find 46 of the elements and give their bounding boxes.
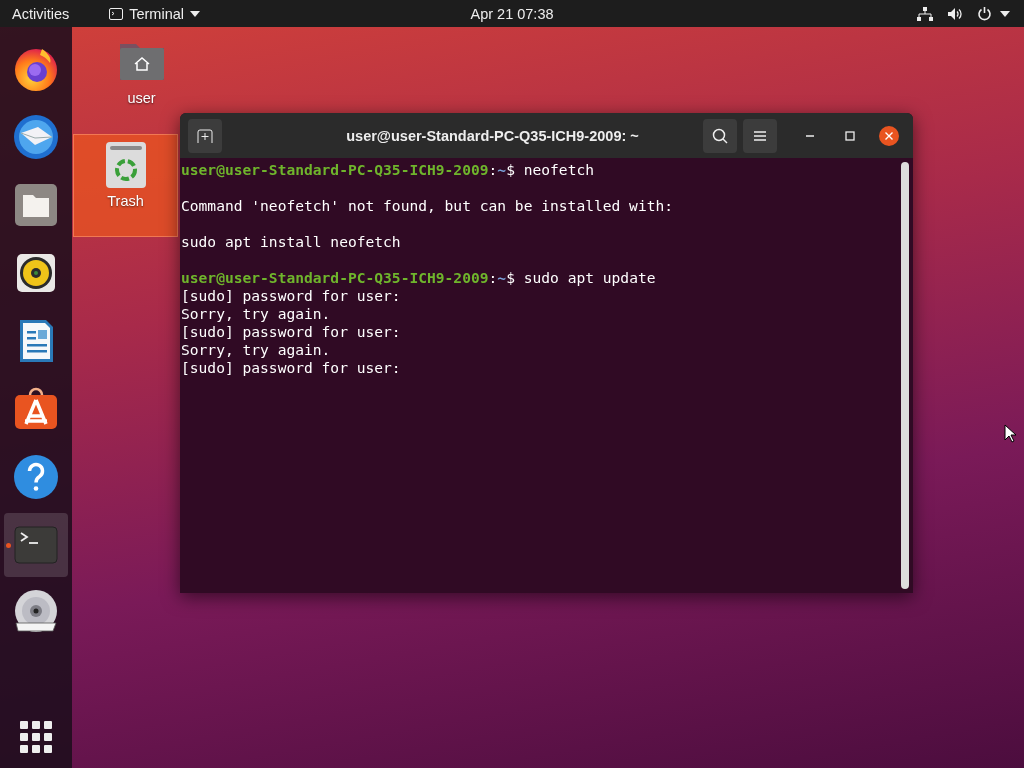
terminal-icon — [109, 7, 124, 20]
close-button[interactable] — [879, 125, 899, 146]
volume-icon[interactable] — [947, 6, 963, 21]
power-icon[interactable] — [977, 6, 992, 21]
minimize-icon — [805, 134, 815, 137]
prompt-path: ~ — [497, 161, 507, 179]
clock[interactable]: Apr 21 07:38 — [470, 5, 554, 22]
prompt-path: ~ — [497, 269, 507, 287]
prompt-user-host: user@user-Standard-PC-Q35-ICH9-2009 — [181, 269, 489, 287]
maximize-icon — [845, 130, 855, 141]
app-grid-button[interactable] — [20, 721, 52, 756]
search-button[interactable] — [703, 118, 737, 153]
caret-icon[interactable] — [1000, 10, 1010, 17]
command-text: $ neofetch — [506, 161, 594, 179]
search-icon — [712, 127, 728, 144]
menu-button[interactable] — [743, 118, 777, 153]
activities-button[interactable]: Activities — [12, 5, 70, 22]
desktop-icon-label: user — [127, 90, 156, 106]
output-line: [sudo] password for user: — [181, 359, 401, 377]
menu-icon — [754, 130, 766, 141]
caret-icon — [190, 10, 200, 17]
folder-icon — [12, 181, 60, 229]
output-line: Command 'neofetch' not found, but can be installed with: — [181, 197, 674, 215]
close-icon — [885, 131, 893, 140]
desktop-icon[interactable]: user — [89, 31, 194, 107]
desktop-icon[interactable]: Trash — [73, 134, 178, 237]
mail-icon — [12, 113, 60, 161]
window-title: user@user-Standard-PC-Q35-ICH9-2009: ~ — [345, 127, 640, 144]
prompt-separator: : — [488, 161, 498, 179]
new-tab-button[interactable] — [188, 118, 222, 153]
new-tab-icon — [197, 128, 213, 143]
output-line: Sorry, try again. — [181, 341, 331, 359]
output-line: Sorry, try again. — [181, 305, 331, 323]
app-grid-icon — [20, 721, 52, 753]
prompt-user-host: user@user-Standard-PC-Q35-ICH9-2009 — [181, 161, 489, 179]
desktop-icon-label: Trash — [107, 193, 144, 209]
output-line: [sudo] password for user: — [181, 287, 401, 305]
output-line: [sudo] password for user: — [181, 323, 401, 341]
help-icon — [12, 453, 60, 501]
prompt-separator: : — [488, 269, 498, 287]
output-line: sudo apt install neofetch — [181, 233, 401, 251]
app-menu[interactable]: Terminal — [109, 5, 200, 22]
mouse-cursor-icon — [1004, 424, 1018, 444]
command-text: $ sudo apt update — [506, 269, 656, 287]
scrollbar[interactable] — [901, 162, 909, 589]
network-icon[interactable] — [917, 6, 933, 21]
